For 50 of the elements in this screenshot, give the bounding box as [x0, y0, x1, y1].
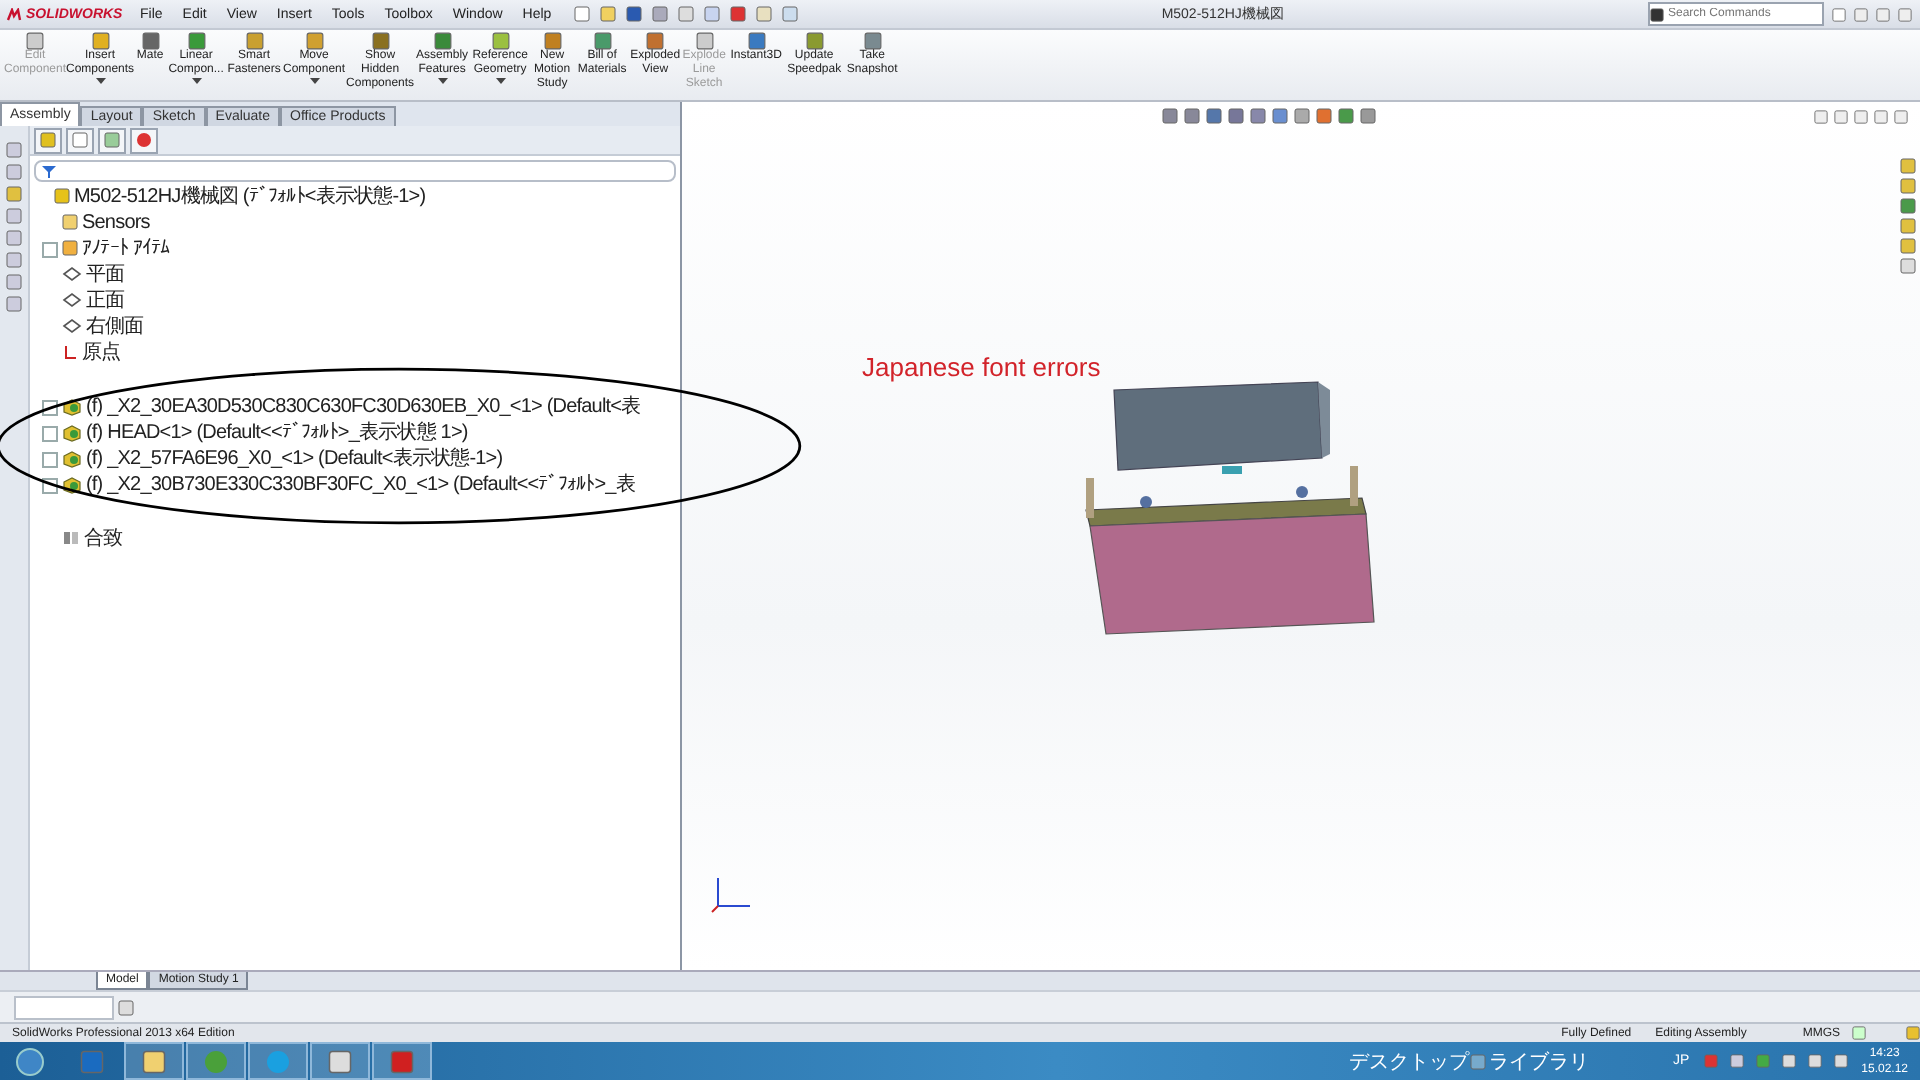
tree-item[interactable]: M502-512HJ機械図 (ﾃﾞﾌｫﾙﾄ<表示状態-1>): [74, 184, 426, 210]
origin-icon: [62, 344, 78, 360]
tool-icon: [141, 32, 160, 50]
part-icon: [62, 398, 82, 416]
tree-item[interactable]: (f) _X2_57FA6E96_X0_<1> (Default<表示状態-1>): [86, 446, 503, 472]
tool-icon: [805, 32, 824, 50]
tool-icon: [91, 32, 110, 50]
tree-item[interactable]: (f) _X2_30B730E330C330BF30FC_X0_<1> (Default<<ﾃﾞﾌｫﾙﾄ>_表: [86, 472, 635, 498]
taskbar-app[interactable]: [124, 1042, 184, 1080]
tree-item[interactable]: ｱﾉﾃｰﾄ ｱｲﾃﾑ: [82, 236, 170, 262]
taskbar-app[interactable]: [372, 1042, 432, 1080]
tool-icon: [245, 32, 264, 50]
taskbar-app[interactable]: [186, 1042, 246, 1080]
tree-item[interactable]: Sensors: [82, 210, 150, 236]
tree-item[interactable]: 右側面: [86, 314, 144, 340]
expand-toggle[interactable]: [42, 242, 58, 258]
circle-app-icon: [204, 1049, 228, 1073]
toolbar-label[interactable]: ライブラリ: [1488, 1047, 1589, 1075]
tool-icon: [187, 32, 206, 50]
tool-icon: [371, 32, 390, 50]
tool-icon: [305, 32, 324, 50]
toolbar-label[interactable]: デスクトップ: [1348, 1047, 1469, 1075]
appearance-tab[interactable]: [130, 127, 158, 153]
configuration-tab[interactable]: [98, 127, 126, 153]
tree-item[interactable]: 平面: [86, 262, 125, 288]
tree-item[interactable]: (f) _X2_30EA30D530C830C630FC30D630EB_X0_<1> (Default<表: [86, 394, 641, 420]
dropdown-field[interactable]: [14, 995, 114, 1019]
annotation-text: Japanese font errors: [862, 352, 1101, 382]
tool-icon: [593, 32, 612, 50]
part-icon: [62, 450, 82, 468]
mates-icon: [62, 530, 80, 546]
filter-icon: [42, 165, 56, 177]
axis-triad-icon: [710, 874, 754, 914]
part-icon: [62, 476, 82, 494]
tool-icon: [646, 32, 665, 50]
tree-item[interactable]: (f) HEAD<1> (Default<<ﾃﾞﾌｫﾙﾄ>_表示状態 1>): [86, 420, 468, 446]
tree-item[interactable]: 正面: [86, 288, 125, 314]
filter-field[interactable]: [34, 160, 676, 182]
part-icon: [62, 424, 82, 442]
property-tab[interactable]: [66, 127, 94, 153]
tool-icon: [863, 32, 882, 50]
tool-icon: [433, 32, 452, 50]
tree-item[interactable]: 合致: [84, 526, 123, 552]
tool-icon: [543, 32, 562, 50]
taskbar-app[interactable]: [310, 1042, 370, 1080]
feature-tree-tab[interactable]: [34, 127, 62, 153]
tool-icon: [747, 32, 766, 50]
taskbar-app[interactable]: [248, 1042, 308, 1080]
tree-item[interactable]: 原点: [82, 340, 121, 366]
tool-icon: [491, 32, 510, 50]
